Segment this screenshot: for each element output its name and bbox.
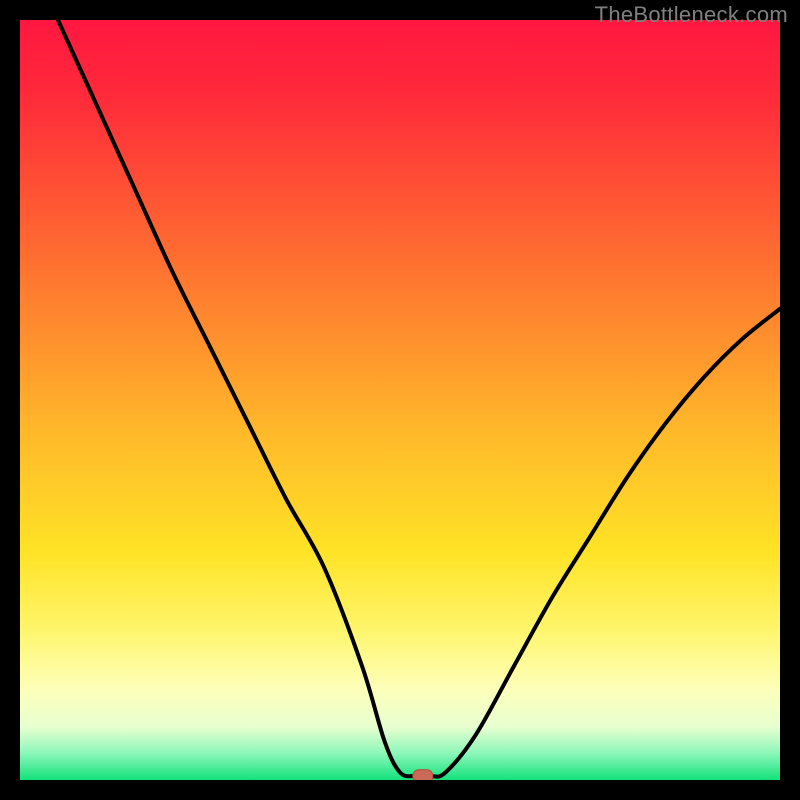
chart-frame: TheBottleneck.com	[0, 0, 800, 800]
gradient-background	[20, 20, 780, 780]
watermark-text: TheBottleneck.com	[595, 2, 788, 28]
optimal-point-marker	[413, 770, 433, 780]
plot-area	[20, 20, 780, 780]
plot-svg	[20, 20, 780, 780]
